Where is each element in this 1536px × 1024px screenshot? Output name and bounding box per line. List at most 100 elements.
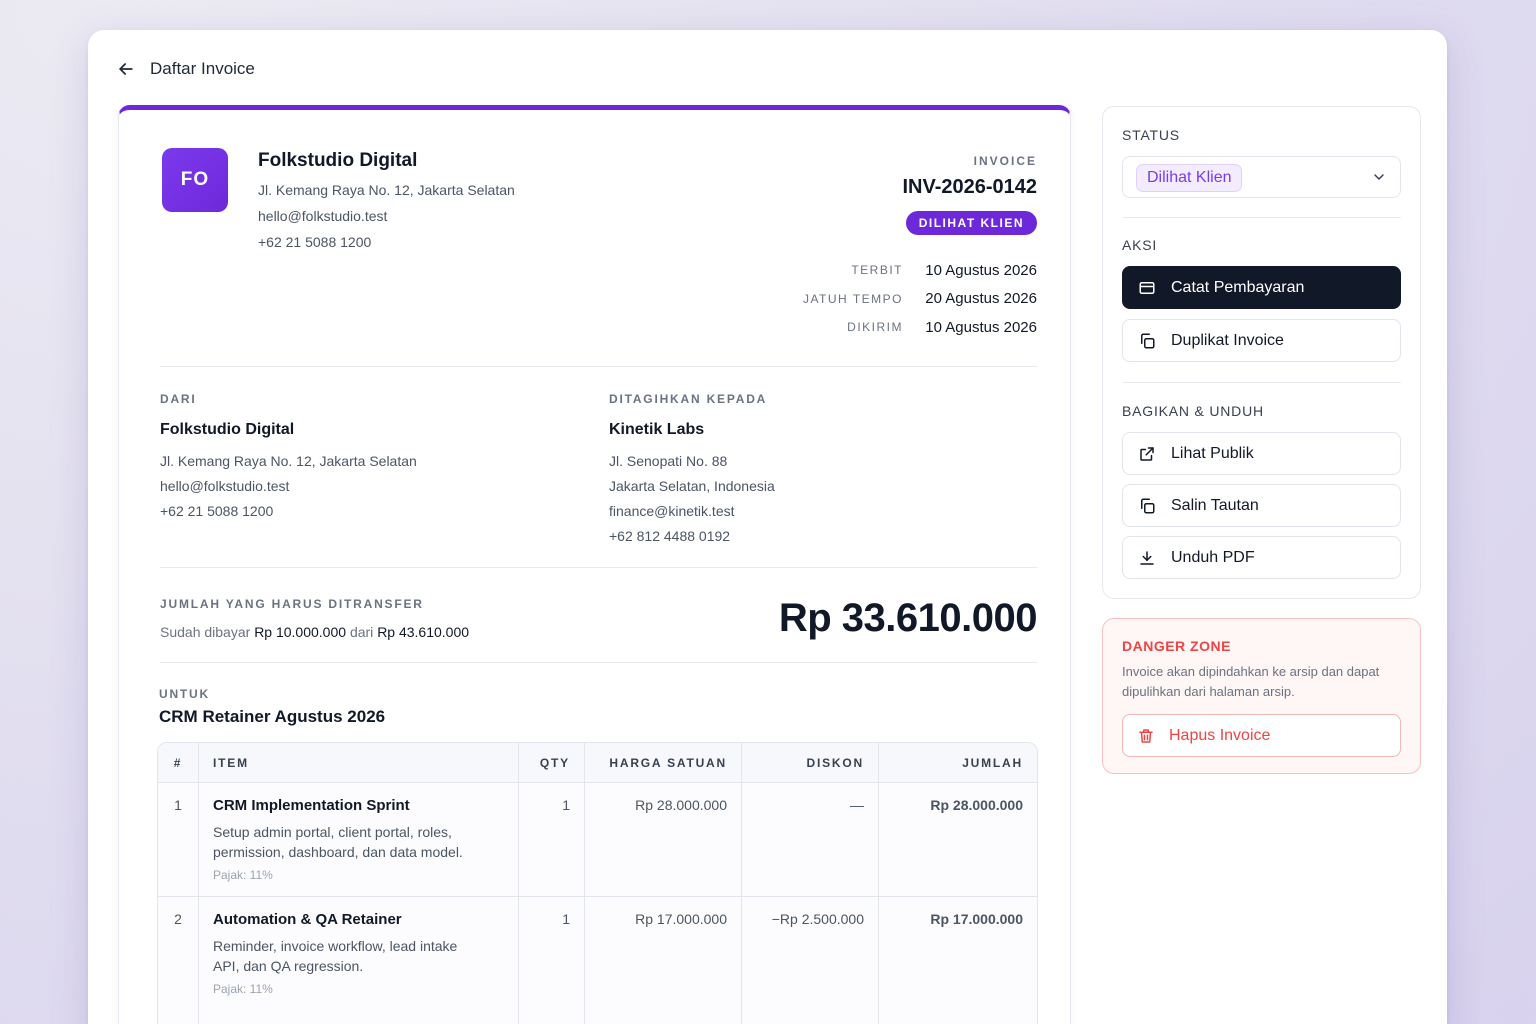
item-tax: Pajak: 11% [213, 868, 273, 882]
date-label: TERBIT [851, 263, 903, 278]
bill-to-email: finance@kinetik.test [609, 503, 735, 519]
app-window: Daftar Invoice FO Folkstudio Digital Jl.… [88, 30, 1447, 1024]
share-caption: BAGIKAN & UNDUH [1122, 403, 1264, 419]
status-select-value: Dilihat Klien [1136, 164, 1243, 192]
copy-link-button[interactable]: Salin Tautan [1122, 484, 1401, 527]
row-number: 2 [158, 897, 199, 1024]
date-row-issued: TERBIT 10 Agustus 2026 [803, 256, 1037, 285]
date-value: 10 Agustus 2026 [925, 261, 1037, 279]
item-cell: CRM Implementation Sprint Setup admin po… [199, 783, 519, 897]
payment-summary: Sudah dibayar Rp 10.000.000 dari Rp 43.6… [160, 624, 469, 640]
arrow-left-icon [119, 63, 133, 75]
actions-panel: STATUS Dilihat Klien AKSI Catat Pembayar… [1102, 106, 1421, 599]
bill-to-city: Jakarta Selatan, Indonesia [609, 478, 775, 494]
from-address: Jl. Kemang Raya No. 12, Jakarta Selatan [160, 453, 417, 469]
invoice-dates: TERBIT 10 Agustus 2026 JATUH TEMPO 20 Ag… [803, 256, 1037, 342]
sender-header: Folkstudio Digital Jl. Kemang Raya No. 1… [258, 150, 515, 260]
col-header-item: ITEM [199, 743, 519, 783]
bill-to-phone: +62 812 4488 0192 [609, 528, 731, 544]
invoice-number: INV-2026-0142 [902, 176, 1037, 198]
divider [1122, 217, 1401, 218]
bill-to-name: Kinetik Labs [609, 421, 705, 438]
danger-zone-caption: DANGER ZONE [1122, 638, 1231, 654]
invoice-heading: INVOICE INV-2026-0142 DILIHAT KLIEN [902, 154, 1037, 235]
item-discount: −Rp 2.500.000 [742, 897, 879, 1024]
project-title: CRM Retainer Agustus 2026 [159, 707, 386, 726]
copy-link-label: Salin Tautan [1171, 496, 1259, 514]
from-email: hello@folkstudio.test [160, 478, 290, 494]
item-tax: Pajak: 11% [213, 982, 273, 996]
date-row-sent: DIKIRIM 10 Agustus 2026 [803, 313, 1037, 342]
back-link[interactable]: Daftar Invoice [116, 54, 255, 84]
date-value: 10 Agustus 2026 [925, 318, 1037, 336]
item-cell: Automation & QA Retainer Reminder, invoi… [199, 897, 519, 1024]
item-price: Rp 28.000.000 [585, 783, 742, 897]
line-items-table: # ITEM QTY HARGA SATUAN DISKON JUMLAH 1 … [157, 742, 1038, 1024]
date-label: DIKIRIM [847, 320, 903, 335]
trash-icon [1139, 728, 1153, 743]
danger-zone: DANGER ZONE Invoice akan dipindahkan ke … [1102, 618, 1421, 774]
item-discount: — [742, 783, 879, 897]
actions-caption: AKSI [1122, 237, 1158, 253]
bill-to-block: DITAGIHKAN KEPADA Kinetik Labs Jl. Senop… [609, 392, 775, 549]
chevron-down-icon [1374, 174, 1384, 180]
of-word: dari [349, 624, 374, 640]
invoice-caption: INVOICE [973, 154, 1037, 168]
item-qty: 1 [519, 897, 585, 1024]
status-caption: STATUS [1122, 127, 1180, 143]
col-header-discount: DISKON [742, 743, 879, 783]
delete-invoice-label: Hapus Invoice [1169, 726, 1271, 744]
sender-email: hello@folkstudio.test [258, 208, 388, 224]
divider [160, 366, 1037, 367]
bill-to-street: Jl. Senopati No. 88 [609, 453, 728, 469]
bill-to-caption: DITAGIHKAN KEPADA [609, 392, 768, 406]
sender-address: Jl. Kemang Raya No. 12, Jakarta Selatan [258, 182, 515, 198]
back-link-label: Daftar Invoice [150, 59, 255, 78]
from-block: DARI Folkstudio Digital Jl. Kemang Raya … [160, 392, 417, 524]
item-amount: Rp 28.000.000 [879, 783, 1037, 897]
view-public-button[interactable]: Lihat Publik [1122, 432, 1401, 475]
danger-zone-text: Invoice akan dipindahkan ke arsip dan da… [1122, 664, 1380, 699]
delete-invoice-button[interactable]: Hapus Invoice [1122, 714, 1401, 757]
item-description: Reminder, invoice workflow, lead intake … [213, 938, 458, 974]
download-pdf-button[interactable]: Unduh PDF [1122, 536, 1401, 579]
sender-name: Folkstudio Digital [258, 150, 418, 171]
copy-icon [1141, 498, 1155, 513]
divider [160, 662, 1037, 663]
invoice-document: FO Folkstudio Digital Jl. Kemang Raya No… [118, 105, 1071, 1024]
download-pdf-label: Unduh PDF [1171, 548, 1255, 566]
duplicate-invoice-button[interactable]: Duplikat Invoice [1122, 319, 1401, 362]
view-public-label: Lihat Publik [1171, 444, 1254, 462]
download-icon [1140, 550, 1154, 565]
divider [1122, 382, 1401, 383]
table-row: 2 Automation & QA Retainer Reminder, inv… [158, 897, 1037, 1024]
company-logo: FO [162, 148, 228, 212]
from-phone: +62 21 5088 1200 [160, 503, 274, 519]
from-caption: DARI [160, 392, 197, 406]
col-header-num: # [158, 743, 199, 783]
total-value: Rp 43.610.000 [377, 624, 470, 640]
item-description: Setup admin portal, client portal, roles… [213, 824, 463, 860]
status-select[interactable]: Dilihat Klien [1122, 156, 1401, 198]
copy-icon [1141, 333, 1155, 348]
item-name: Automation & QA Retainer [213, 911, 402, 928]
record-payment-label: Catat Pembayaran [1171, 278, 1305, 296]
amount-due-value: Rp 33.610.000 [778, 596, 1038, 640]
item-name: CRM Implementation Sprint [213, 797, 410, 814]
date-label: JATUH TEMPO [802, 291, 903, 306]
item-amount: Rp 17.000.000 [879, 897, 1037, 1024]
amount-due-caption: JUMLAH YANG HARUS DITRANSFER [160, 597, 424, 611]
row-number: 1 [158, 783, 199, 897]
date-value: 20 Agustus 2026 [925, 290, 1037, 308]
table-row: 1 CRM Implementation Sprint Setup admin … [158, 783, 1037, 897]
record-payment-button[interactable]: Catat Pembayaran [1122, 266, 1401, 309]
col-header-price: HARGA SATUAN [585, 743, 742, 783]
table-header-row: # ITEM QTY HARGA SATUAN DISKON JUMLAH [158, 743, 1037, 783]
for-caption: UNTUK [159, 687, 210, 701]
divider [160, 567, 1037, 568]
paid-prefix: Sudah dibayar [160, 624, 251, 640]
item-price: Rp 17.000.000 [585, 897, 742, 1024]
from-name: Folkstudio Digital [160, 421, 295, 438]
col-header-amount: JUMLAH [879, 743, 1037, 783]
sender-phone: +62 21 5088 1200 [258, 234, 372, 250]
